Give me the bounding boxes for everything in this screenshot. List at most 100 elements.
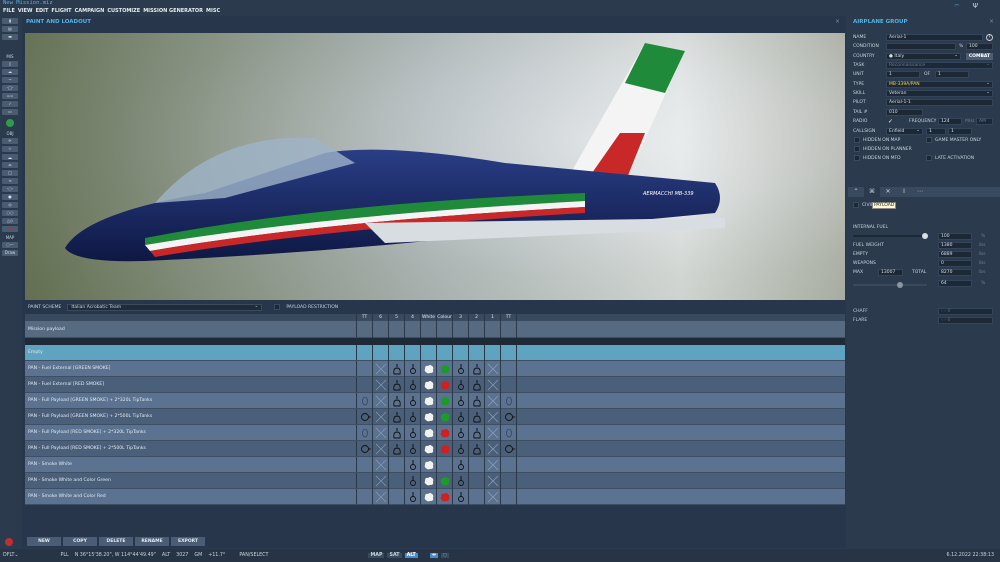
loadout-slot[interactable] [421, 361, 437, 377]
loadout-slot[interactable] [501, 345, 517, 361]
radio-checkbox[interactable]: ✓ [888, 118, 893, 125]
zone-icon[interactable]: -○- [2, 186, 18, 192]
loadout-row[interactable]: PAN - Full Payload [RED SMOKE] + 2*320L … [25, 425, 845, 441]
country-select[interactable]: ● Italy [886, 53, 961, 60]
loadout-slot[interactable] [405, 409, 421, 425]
options-icon[interactable]: == [2, 93, 18, 99]
loadout-slot[interactable] [421, 473, 437, 489]
sat-button[interactable]: SAT [387, 553, 402, 558]
alt-button[interactable]: ALT [404, 553, 418, 558]
loadout-slot[interactable] [389, 393, 405, 409]
loadout-slot[interactable] [501, 441, 517, 457]
loadout-row[interactable]: PAN - Full Payload [GREEN SMOKE] + 2*320… [25, 393, 845, 409]
ship-icon[interactable]: ⌓ [2, 162, 18, 168]
loadout-slot[interactable] [389, 361, 405, 377]
more-tab-icon[interactable]: ⋯ [912, 187, 928, 197]
target-icon[interactable]: ◎ [2, 202, 18, 208]
loadout-slot[interactable] [357, 393, 373, 409]
loadout-slot[interactable] [405, 425, 421, 441]
ground-unit-icon[interactable]: ▂ [2, 154, 18, 160]
fly-icon[interactable] [6, 119, 14, 127]
flare-stepper[interactable]: ‹ › 0 [938, 317, 993, 324]
loadout-slot[interactable] [437, 441, 453, 457]
combat-button[interactable]: COMBAT [966, 53, 993, 60]
camera-icon[interactable]: ◌ [440, 553, 450, 558]
copy-button[interactable]: COPY [63, 537, 97, 546]
loadout-slot[interactable] [501, 489, 517, 505]
loadout-slot[interactable] [389, 345, 405, 361]
game-master-checkbox[interactable] [926, 137, 932, 143]
loadout-row[interactable]: PAN - Full Payload [RED SMOKE] + 2*500L … [25, 441, 845, 457]
loadout-slot[interactable] [485, 473, 501, 489]
loadout-slot[interactable] [373, 361, 389, 377]
loadout-slot[interactable] [373, 457, 389, 473]
loadout-slot[interactable] [485, 425, 501, 441]
loadout-slot[interactable] [469, 489, 485, 505]
loadout-slot[interactable] [421, 457, 437, 473]
loadout-slot[interactable] [389, 409, 405, 425]
loadout-slot[interactable] [389, 457, 405, 473]
loadout-slot[interactable] [469, 441, 485, 457]
late-activation-checkbox[interactable] [926, 155, 932, 161]
map-button[interactable]: MAP [368, 553, 385, 558]
loadout-slot[interactable] [469, 473, 485, 489]
loadout-slot[interactable] [453, 361, 469, 377]
name-input[interactable]: Aerial-1 [886, 34, 983, 41]
loadout-slot[interactable] [421, 425, 437, 441]
loadout-row[interactable]: PAN - Smoke White [25, 457, 845, 473]
loadout-slot[interactable] [485, 377, 501, 393]
loadout-slot[interactable] [501, 457, 517, 473]
loadout-row[interactable]: PAN - Fuel External [GREEN SMOKE] [25, 361, 845, 377]
payload-restriction-checkbox[interactable] [274, 304, 281, 310]
type-select[interactable]: MB-339A/PAN [886, 81, 993, 88]
ruler-icon[interactable]: ○— [2, 242, 18, 248]
summary-tab-icon[interactable]: I [896, 187, 912, 197]
loadout-slot[interactable] [357, 489, 373, 505]
mission-payload-slot[interactable] [453, 321, 469, 338]
hidden-mfd-checkbox[interactable] [854, 155, 860, 161]
loadout-slot[interactable] [485, 409, 501, 425]
loadout-slot[interactable] [437, 377, 453, 393]
hidden-planner-checkbox[interactable] [854, 146, 860, 152]
loadout-slot[interactable] [373, 441, 389, 457]
circle-icon[interactable]: ● [2, 194, 18, 200]
airplane-icon[interactable]: ✈ [2, 138, 18, 144]
mission-payload-slot[interactable] [437, 321, 453, 338]
loadout-slot[interactable] [501, 425, 517, 441]
loadout-slot[interactable] [453, 489, 469, 505]
tail-input[interactable]: 010 [886, 109, 923, 116]
export-button[interactable]: EXPORT [171, 537, 205, 546]
loadout-slot[interactable] [405, 441, 421, 457]
record-icon[interactable]: ▭ [2, 109, 18, 115]
loadout-slot[interactable] [469, 377, 485, 393]
loadout-slot[interactable] [437, 361, 453, 377]
loadout-slot[interactable] [453, 393, 469, 409]
loadout-slot[interactable] [453, 409, 469, 425]
civil-checkbox[interactable] [853, 202, 859, 208]
layers-icon[interactable]: ⇹ [429, 553, 438, 558]
route-icon[interactable]: ~ [2, 77, 18, 83]
static-icon[interactable]: □ [2, 170, 18, 176]
help-icon[interactable]: ? [986, 34, 993, 41]
loadout-slot[interactable] [501, 409, 517, 425]
loadout-slot[interactable] [389, 441, 405, 457]
loadout-slot[interactable] [437, 393, 453, 409]
loadout-row[interactable]: PAN - Fuel External [RED SMOKE] [25, 377, 845, 393]
loadout-slot[interactable] [453, 457, 469, 473]
loadout-slot[interactable] [405, 361, 421, 377]
mission-payload-slot[interactable] [389, 321, 405, 338]
loadout-slot[interactable] [373, 345, 389, 361]
loadout-slot[interactable] [389, 489, 405, 505]
folder-icon[interactable]: ▬ [2, 34, 18, 40]
loadout-slot[interactable] [389, 377, 405, 393]
loadout-slot[interactable] [389, 425, 405, 441]
loadout-slot[interactable] [357, 425, 373, 441]
layer-select[interactable]: DFLT [3, 553, 14, 558]
loadout-slot[interactable] [485, 361, 501, 377]
loadout-slot[interactable] [373, 473, 389, 489]
loadout-slot[interactable] [469, 425, 485, 441]
loadout-slot[interactable] [469, 393, 485, 409]
loadout-slot[interactable] [373, 409, 389, 425]
loadout-slot[interactable] [357, 345, 373, 361]
route-tab-icon[interactable]: ⌃ [848, 187, 864, 197]
